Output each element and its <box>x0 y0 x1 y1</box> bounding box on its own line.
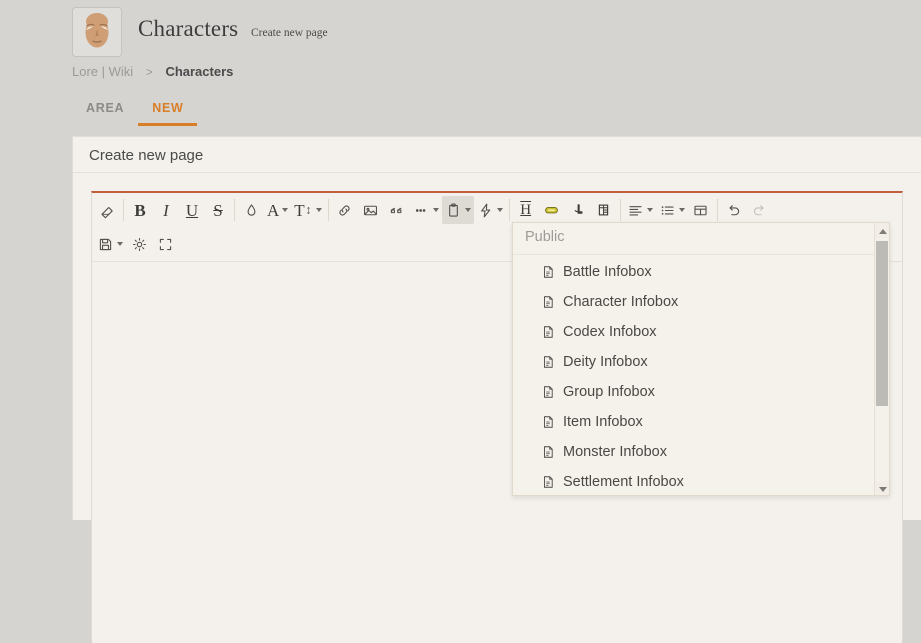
chevron-down-icon <box>464 208 471 212</box>
dropdown-item-label: Monster Infobox <box>563 444 667 460</box>
page-header: Characters Create new page Lore | Wiki >… <box>0 0 921 126</box>
fullscreen-icon[interactable] <box>152 230 178 258</box>
breadcrumb-separator: > <box>145 65 153 79</box>
toolbar-separator <box>508 199 510 221</box>
scroll-down-arrow-icon[interactable] <box>875 482 889 495</box>
template-clipboard-icon[interactable] <box>441 196 474 224</box>
toolbar-separator <box>123 199 124 221</box>
document-icon <box>541 384 555 400</box>
tab-bar: AREA NEW <box>72 96 198 128</box>
chevron-down-icon <box>117 242 123 246</box>
list-icon[interactable] <box>656 196 688 224</box>
font-family-icon[interactable]: A <box>264 196 291 224</box>
dropdown-scrollbar[interactable] <box>874 223 889 495</box>
dropdown-item[interactable]: Character Infobox <box>513 287 889 317</box>
dropdown-item[interactable]: Codex Infobox <box>513 317 889 347</box>
toolbar-separator <box>234 199 235 221</box>
undo-icon[interactable] <box>721 196 747 224</box>
link-icon[interactable] <box>332 196 358 224</box>
title-row: Characters Create new page <box>138 16 328 42</box>
dropdown-item-list: Battle Infobox Character Infobox Codex Inf… <box>513 255 889 495</box>
horizontal-rule-icon[interactable]: H <box>513 196 539 224</box>
dropdown-item-label: Codex Infobox <box>563 324 657 340</box>
panel-title: Create new page <box>89 147 204 164</box>
save-icon[interactable] <box>94 230 126 258</box>
text-color-droplet-icon[interactable] <box>238 196 264 224</box>
dropdown-group-label: Public <box>513 223 889 255</box>
clear-formatting-icon[interactable] <box>94 196 120 224</box>
dropdown-item-label: Settlement Infobox <box>563 474 684 490</box>
breadcrumb: Lore | Wiki > Characters <box>72 64 233 79</box>
dropdown-item[interactable]: Battle Infobox <box>513 257 889 287</box>
strikethrough-icon[interactable]: S <box>205 196 231 224</box>
breadcrumb-root-link[interactable]: Lore | Wiki <box>72 64 133 79</box>
dropdown-item-label: Battle Infobox <box>563 264 652 280</box>
chevron-down-icon <box>432 208 439 212</box>
highlight-marker-icon[interactable] <box>539 196 565 224</box>
underline-icon[interactable]: U <box>179 196 205 224</box>
chevron-down-icon <box>496 208 503 212</box>
avatar[interactable] <box>72 7 122 57</box>
settings-gear-icon[interactable] <box>126 230 152 258</box>
chevron-down-icon <box>678 208 685 212</box>
scroll-up-arrow-icon[interactable] <box>875 224 889 238</box>
font-size-icon[interactable]: T <box>291 196 324 224</box>
template-dropdown-menu: Public Battle Infobox Character Infobox Co… <box>512 222 890 496</box>
toolbar-separator <box>619 199 621 221</box>
chevron-down-icon <box>646 208 653 212</box>
blockquote-icon[interactable] <box>384 196 410 224</box>
dropdown-item[interactable]: Item Infobox <box>513 407 889 437</box>
tab-area[interactable]: AREA <box>72 96 138 126</box>
image-icon[interactable] <box>358 196 384 224</box>
dropdown-item[interactable]: Group Infobox <box>513 377 889 407</box>
document-icon <box>541 414 555 430</box>
align-icon[interactable] <box>624 196 656 224</box>
document-icon <box>541 294 555 310</box>
scrollbar-thumb[interactable] <box>876 241 888 406</box>
page-title: Characters <box>138 16 239 41</box>
toolbar-separator <box>716 199 718 221</box>
dropdown-item[interactable]: Settlement Infobox <box>513 467 889 495</box>
italic-icon[interactable]: I <box>153 196 179 224</box>
character-face-avatar-icon <box>73 8 121 56</box>
document-icon <box>541 444 555 460</box>
dropdown-item-label: Group Infobox <box>563 384 655 400</box>
table-icon[interactable] <box>688 196 714 224</box>
document-icon <box>541 354 555 370</box>
chevron-down-icon <box>315 208 322 212</box>
document-icon <box>541 264 555 280</box>
dropdown-item[interactable]: Monster Infobox <box>513 437 889 467</box>
more-options-icon[interactable] <box>410 196 442 224</box>
dropdown-item-label: Item Infobox <box>563 414 643 430</box>
document-icon <box>541 324 555 340</box>
document-icon <box>541 474 555 490</box>
toolbar-separator <box>327 199 329 221</box>
page-subtitle: Create new page <box>250 27 328 39</box>
dropdown-item-label: Character Infobox <box>563 294 679 310</box>
indent-icon[interactable] <box>565 196 591 224</box>
dropdown-item[interactable]: Deity Infobox <box>513 347 889 377</box>
panel-divider <box>73 172 921 173</box>
tab-new[interactable]: NEW <box>138 96 198 126</box>
redo-icon <box>747 196 773 224</box>
dropdown-item-label: Deity Infobox <box>563 354 648 370</box>
special-insert-bolt-icon[interactable] <box>474 196 506 224</box>
bold-icon[interactable]: B <box>127 196 153 224</box>
chevron-down-icon <box>282 208 289 212</box>
breadcrumb-current: Characters <box>165 64 234 79</box>
columns-icon[interactable] <box>591 196 617 224</box>
